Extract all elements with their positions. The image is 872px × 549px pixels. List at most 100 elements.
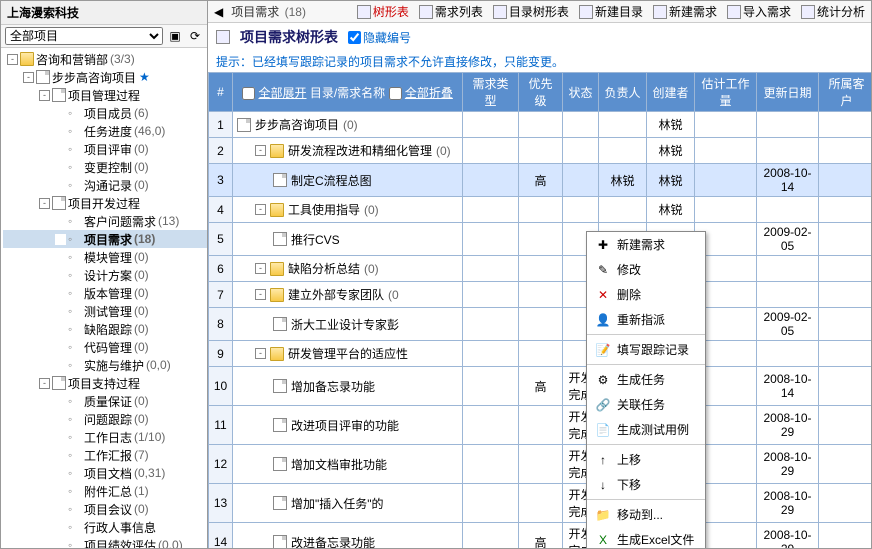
cell-name[interactable]: -研发流程改进和精细化管理 (0) [233, 138, 463, 164]
project-tree[interactable]: -咨询和营销部 (3/3)-步步高咨询项目★-项目管理过程◦项目成员 (6)◦任… [1, 48, 207, 548]
tree-node[interactable]: ◦代码管理 (0) [3, 338, 207, 356]
tree-node[interactable]: ◦附件汇总 (1) [3, 482, 207, 500]
view-link[interactable]: 统计分析 [801, 3, 865, 20]
cell-name[interactable]: 推行CVS [233, 223, 463, 256]
tree-node[interactable]: ◦问题跟踪 (0) [3, 410, 207, 428]
menu-item[interactable]: X生成Excel文件 [587, 527, 705, 548]
table-row[interactable]: 3制定C流程总图高林锐林锐2008-10-140条 [209, 164, 872, 197]
tree-toggle[interactable]: - [39, 198, 50, 209]
project-select[interactable]: 全部项目 [5, 27, 163, 45]
col-name[interactable]: 全部展开 目录/需求名称 全部折叠 [233, 73, 463, 112]
cell-name[interactable]: -研发管理平台的适应性 [233, 341, 463, 367]
tree-node[interactable]: ◦行政人事信息 [3, 518, 207, 536]
table-row[interactable]: 4-工具使用指导 (0)林锐 [209, 197, 872, 223]
cell-name[interactable]: -建立外部专家团队 (0 [233, 282, 463, 308]
col-num[interactable]: # [209, 73, 233, 112]
table-row[interactable]: 10增加备忘录功能高开发完成黄曙江林锐2008-10-143条 [209, 367, 872, 406]
tree-node[interactable]: ◦任务进度 (46,0) [3, 122, 207, 140]
collapse-checkbox[interactable] [389, 87, 402, 100]
col-owner[interactable]: 负责人 [599, 73, 647, 112]
cell-name[interactable]: 增加备忘录功能 [233, 367, 463, 406]
collapse-tree-icon[interactable]: ▣ [167, 28, 183, 44]
tree-node[interactable]: ◦缺陷跟踪 (0) [3, 320, 207, 338]
menu-item[interactable]: 📄生成测试用例 [587, 417, 705, 442]
table-row[interactable]: 8浙大工业设计专家彭林锐2009-02-050条 [209, 308, 872, 341]
row-toggle[interactable]: - [255, 145, 266, 156]
view-link[interactable]: 需求列表 [419, 3, 483, 20]
tree-node[interactable]: ◦版本管理 (0) [3, 284, 207, 302]
tree-node[interactable]: ◦项目会议 (0) [3, 500, 207, 518]
table-row[interactable]: 1步步高咨询项目 (0)林锐 [209, 112, 872, 138]
tree-node[interactable]: ◦测试管理 (0) [3, 302, 207, 320]
tree-node[interactable]: ◦项目评审 (0) [3, 140, 207, 158]
hide-id-checkbox[interactable]: 隐藏编号 [348, 29, 411, 46]
row-toggle[interactable]: - [255, 348, 266, 359]
select-all-checkbox[interactable] [242, 87, 255, 100]
table-row[interactable]: 11改进项目评审的功能开发完成石志强林锐2008-10-292条 [209, 406, 872, 445]
tree-node[interactable]: -项目开发过程 [3, 194, 207, 212]
tree-node[interactable]: ◦实施与维护 (0,0) [3, 356, 207, 374]
menu-item[interactable]: ↑上移 [587, 447, 705, 472]
expand-all-link[interactable]: 全部展开 [258, 86, 306, 100]
tree-node[interactable]: ◦沟通记录 (0) [3, 176, 207, 194]
refresh-icon[interactable]: ⟳ [187, 28, 203, 44]
menu-item[interactable]: 👤重新指派 [587, 307, 705, 332]
tree-node[interactable]: -项目支持过程 [3, 374, 207, 392]
menu-item[interactable]: ✎修改 [587, 257, 705, 282]
tree-toggle[interactable]: - [23, 72, 34, 83]
tree-node[interactable]: ◦项目需求 (18) [3, 230, 207, 248]
tree-toggle[interactable]: - [7, 54, 18, 65]
tree-node[interactable]: ◦设计方案 (0) [3, 266, 207, 284]
menu-item[interactable]: ⚙生成任务 [587, 367, 705, 392]
tree-node[interactable]: -咨询和营销部 (3/3) [3, 50, 207, 68]
cell-name[interactable]: 改进备忘录功能 [233, 523, 463, 549]
cell-name[interactable]: 制定C流程总图 [233, 164, 463, 197]
tree-node[interactable]: -项目管理过程 [3, 86, 207, 104]
table-row[interactable]: 13增加"插入任务"的开发完成黄曙江林锐2008-10-291条 [209, 484, 872, 523]
tree-node[interactable]: ◦变更控制 (0) [3, 158, 207, 176]
tree-node[interactable]: ◦项目成员 (6) [3, 104, 207, 122]
view-link[interactable]: 新建目录 [579, 3, 643, 20]
tree-node[interactable]: -步步高咨询项目★ [3, 68, 207, 86]
table-row[interactable]: 9-研发管理平台的适应性林锐 [209, 341, 872, 367]
view-link[interactable]: 新建需求 [653, 3, 717, 20]
tree-node[interactable]: ◦项目文档 (0,31) [3, 464, 207, 482]
menu-item[interactable]: ✕删除 [587, 282, 705, 307]
cell-name[interactable]: 增加"插入任务"的 [233, 484, 463, 523]
tree-toggle[interactable]: - [39, 378, 50, 389]
col-priority[interactable]: 优先级 [519, 73, 563, 112]
table-row[interactable]: 6-缺陷分析总结 (0)林锐 [209, 256, 872, 282]
cell-name[interactable]: -工具使用指导 (0) [233, 197, 463, 223]
menu-item[interactable]: ↓下移 [587, 472, 705, 497]
col-customer[interactable]: 所属客户 [819, 73, 872, 112]
table-row[interactable]: 12增加文档审批功能开发完成黄曙江林锐2008-10-292条 [209, 445, 872, 484]
tree-node[interactable]: ◦工作日志 (1/10) [3, 428, 207, 446]
view-link[interactable]: 导入需求 [727, 3, 791, 20]
table-row[interactable]: 5推行CVS黄曙江林锐2009-02-050条 [209, 223, 872, 256]
menu-item[interactable]: 📝填写跟踪记录 [587, 337, 705, 362]
cell-name[interactable]: 步步高咨询项目 (0) [233, 112, 463, 138]
col-status[interactable]: 状态 [563, 73, 599, 112]
tree-node[interactable]: ◦质量保证 (0) [3, 392, 207, 410]
row-toggle[interactable]: - [255, 289, 266, 300]
tree-node[interactable]: ◦项目绩效评估 (0,0) [3, 536, 207, 548]
row-toggle[interactable]: - [255, 204, 266, 215]
collapse-all-link[interactable]: 全部折叠 [405, 86, 453, 100]
col-creator[interactable]: 创建者 [647, 73, 695, 112]
tree-toggle[interactable]: - [39, 90, 50, 101]
context-menu[interactable]: ✚新建需求✎修改✕删除👤重新指派 📝填写跟踪记录 ⚙生成任务🔗关联任务📄生成测试用例… [586, 231, 706, 548]
table-row[interactable]: 7-建立外部专家团队 (0林锐 [209, 282, 872, 308]
cell-name[interactable]: 浙大工业设计专家彭 [233, 308, 463, 341]
back-icon[interactable]: ◀ [214, 5, 223, 19]
menu-item[interactable]: ✚新建需求 [587, 232, 705, 257]
menu-item[interactable]: 🔗关联任务 [587, 392, 705, 417]
row-toggle[interactable]: - [255, 263, 266, 274]
view-link[interactable]: 目录树形表 [493, 3, 569, 20]
col-updated[interactable]: 更新日期 [757, 73, 819, 112]
col-estimate[interactable]: 估计工作量 [695, 73, 757, 112]
tree-node[interactable]: ◦客户问题需求 (13) [3, 212, 207, 230]
cell-name[interactable]: 增加文档审批功能 [233, 445, 463, 484]
cell-name[interactable]: 改进项目评审的功能 [233, 406, 463, 445]
table-row[interactable]: 2-研发流程改进和精细化管理 (0)林锐 [209, 138, 872, 164]
view-link[interactable]: 树形表 [357, 3, 409, 20]
